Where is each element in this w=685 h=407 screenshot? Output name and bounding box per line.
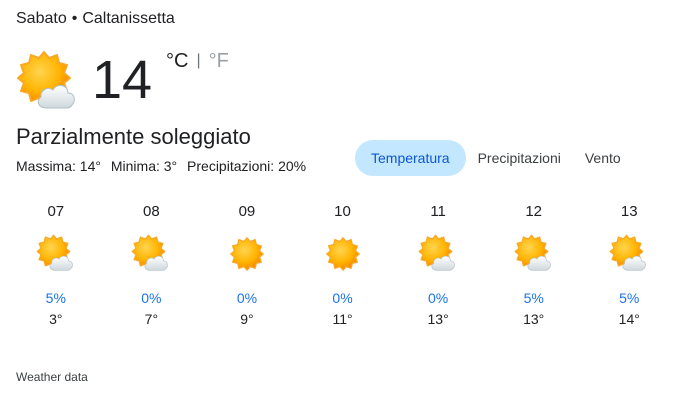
tab-precipitation[interactable]: Precipitazioni <box>466 140 573 176</box>
hour-label: 13 <box>620 203 638 220</box>
current-condition: Parzialmente soleggiato <box>16 124 251 149</box>
hour-column[interactable]: 11 0% 13° <box>390 198 486 327</box>
sunny-icon <box>227 234 267 274</box>
weather-data-label: Weather data <box>16 370 88 384</box>
forecast-tabs: Temperatura Precipitazioni Vento <box>355 140 633 176</box>
hour-precipitation: 0% <box>332 290 353 306</box>
hour-temperature: 9° <box>240 311 254 327</box>
hour-precipitation: 5% <box>523 290 544 306</box>
hour-temperature: 7° <box>144 311 159 327</box>
unit-separator: | <box>196 52 201 69</box>
hour-temperature: 13° <box>523 311 545 327</box>
hour-temperature: 14° <box>618 311 640 327</box>
hour-column[interactable]: 10 0% 11° <box>295 198 391 327</box>
tab-temperature[interactable]: Temperatura <box>355 140 466 176</box>
partly-cloudy-icon <box>514 234 554 274</box>
hour-precipitation: 0% <box>427 290 449 306</box>
hour-label: 10 <box>334 203 351 220</box>
hour-label: 12 <box>525 203 543 220</box>
partly-cloudy-icon <box>609 234 649 274</box>
hour-column[interactable]: 07 5% 3° <box>8 198 104 327</box>
hour-precipitation: 0% <box>141 290 162 306</box>
max-temp: Massima: 14° <box>16 158 101 174</box>
partly-cloudy-icon <box>418 234 458 274</box>
hour-precipitation: 0% <box>236 290 258 306</box>
hour-temperature: 13° <box>427 311 449 327</box>
location-label: Caltanissetta <box>82 10 175 27</box>
fahrenheit-button[interactable]: °F <box>209 50 229 72</box>
celsius-button[interactable]: °C <box>166 50 188 72</box>
hour-column[interactable]: 08 0% 7° <box>104 198 200 327</box>
unit-switcher: °C | °F <box>166 50 229 73</box>
hour-label: 07 <box>47 203 65 220</box>
partly-cloudy-icon <box>131 234 171 274</box>
precipitation-chance: Precipitazioni: 20% <box>187 158 307 174</box>
hour-column[interactable]: 13 5% 14° <box>581 198 677 327</box>
hourly-forecast: 07 5% 3° 08 0% 7° 09 0% 9° 10 0% 11° 11 0% 13° 12 5% 13° 1… <box>8 198 677 327</box>
day-label: Sabato <box>16 10 67 27</box>
header-separator: • <box>71 10 78 27</box>
partly-cloudy-icon <box>36 234 76 274</box>
hour-column[interactable]: 12 5% 13° <box>486 198 582 327</box>
min-temp: Minima: 3° <box>110 158 178 174</box>
hour-label: 09 <box>238 203 256 220</box>
sunny-icon <box>323 234 363 274</box>
hour-precipitation: 5% <box>45 290 66 306</box>
day-details: Massima: 14° Minima: 3° Precipitazioni: … <box>16 158 312 174</box>
hour-column[interactable]: 09 0% 9° <box>199 198 295 327</box>
hour-label: 08 <box>143 203 160 220</box>
location-header: Sabato • Caltanissetta <box>16 10 175 28</box>
current-temperature: 14 <box>92 50 153 110</box>
hour-precipitation: 5% <box>619 290 640 306</box>
tab-wind[interactable]: Vento <box>573 140 633 176</box>
partly-cloudy-icon <box>16 50 80 114</box>
hour-label: 11 <box>430 203 446 220</box>
hour-temperature: 11° <box>332 311 353 327</box>
hour-temperature: 3° <box>49 311 63 327</box>
